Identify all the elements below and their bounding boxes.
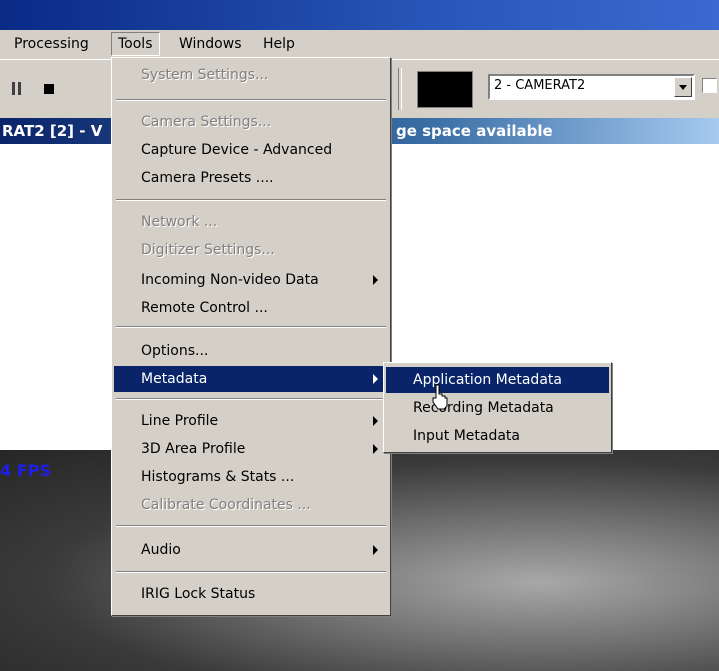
menu-item-camera-presets[interactable]: Camera Presets .... <box>114 165 388 191</box>
menu-item-histograms-stats[interactable]: Histograms & Stats ... <box>114 464 388 490</box>
mouse-cursor-icon <box>432 384 448 410</box>
menu-item-camera-settings: Camera Settings... <box>141 114 272 130</box>
menu-item-label: Line Profile <box>141 413 219 429</box>
menu-item-line-profile[interactable]: Line Profile <box>114 408 388 434</box>
menu-item-calibrate-coordinates: Calibrate Coordinates ... <box>141 497 311 513</box>
menu-windows[interactable]: Windows <box>173 33 248 55</box>
pause-icon[interactable] <box>12 82 22 95</box>
app-title-bar <box>0 0 719 30</box>
submenu-arrow-icon <box>373 444 378 454</box>
stop-icon[interactable] <box>44 84 54 94</box>
menu-separator <box>116 398 386 400</box>
window-title-right: ge space available <box>396 122 553 140</box>
toolbar-checkbox[interactable] <box>702 78 717 93</box>
menu-item-metadata[interactable]: Metadata <box>114 366 388 392</box>
menu-item-system-settings: System Settings... <box>141 67 269 83</box>
menu-item-irig-lock-status[interactable]: IRIG Lock Status <box>114 581 388 607</box>
menu-item-remote-control[interactable]: Remote Control ... <box>114 295 388 321</box>
submenu-arrow-icon <box>373 416 378 426</box>
toolbar-grip <box>398 68 402 110</box>
tools-menu: System Settings... Camera Settings... Ca… <box>111 57 391 616</box>
menu-item-3d-area-profile[interactable]: 3D Area Profile <box>114 436 388 462</box>
menu-item-capture-device-advanced[interactable]: Capture Device - Advanced <box>114 137 388 163</box>
window-title-left: RAT2 [2] - V <box>2 122 103 140</box>
menu-item-label: Incoming Non-video Data <box>141 272 319 288</box>
submenu-item-application-metadata[interactable]: Application Metadata <box>386 367 609 393</box>
menu-item-audio[interactable]: Audio <box>114 537 388 563</box>
menu-separator <box>116 99 386 101</box>
submenu-arrow-icon <box>373 374 378 384</box>
menu-item-incoming-non-video-data[interactable]: Incoming Non-video Data <box>114 267 388 293</box>
fps-readout: 4 FPS <box>0 461 51 480</box>
chevron-down-icon[interactable] <box>674 77 692 97</box>
camera-select[interactable]: 2 - CAMERAT2 <box>488 74 695 100</box>
menu-item-label: 3D Area Profile <box>141 441 246 457</box>
menu-item-options[interactable]: Options... <box>114 338 388 364</box>
menu-separator <box>116 199 386 201</box>
metadata-submenu: Application Metadata Recording Metadata … <box>383 362 612 453</box>
submenu-item-recording-metadata[interactable]: Recording Metadata <box>386 395 609 421</box>
menu-item-label: Audio <box>141 542 181 558</box>
menu-item-digitizer-settings: Digitizer Settings... <box>141 242 275 258</box>
menu-separator <box>116 326 386 328</box>
menu-bar: Processing Tools Windows Help <box>0 30 719 59</box>
menu-separator <box>116 525 386 527</box>
menu-item-network: Network ... <box>141 214 218 230</box>
menu-tools[interactable]: Tools <box>111 32 160 56</box>
submenu-arrow-icon <box>373 275 378 285</box>
submenu-arrow-icon <box>373 545 378 555</box>
menu-item-label: Metadata <box>141 371 208 387</box>
camera-select-value: 2 - CAMERAT2 <box>494 78 586 93</box>
menu-help[interactable]: Help <box>257 33 301 55</box>
menu-processing[interactable]: Processing <box>8 33 95 55</box>
submenu-item-input-metadata[interactable]: Input Metadata <box>386 423 609 449</box>
menu-separator <box>116 571 386 573</box>
color-swatch[interactable] <box>417 71 473 108</box>
